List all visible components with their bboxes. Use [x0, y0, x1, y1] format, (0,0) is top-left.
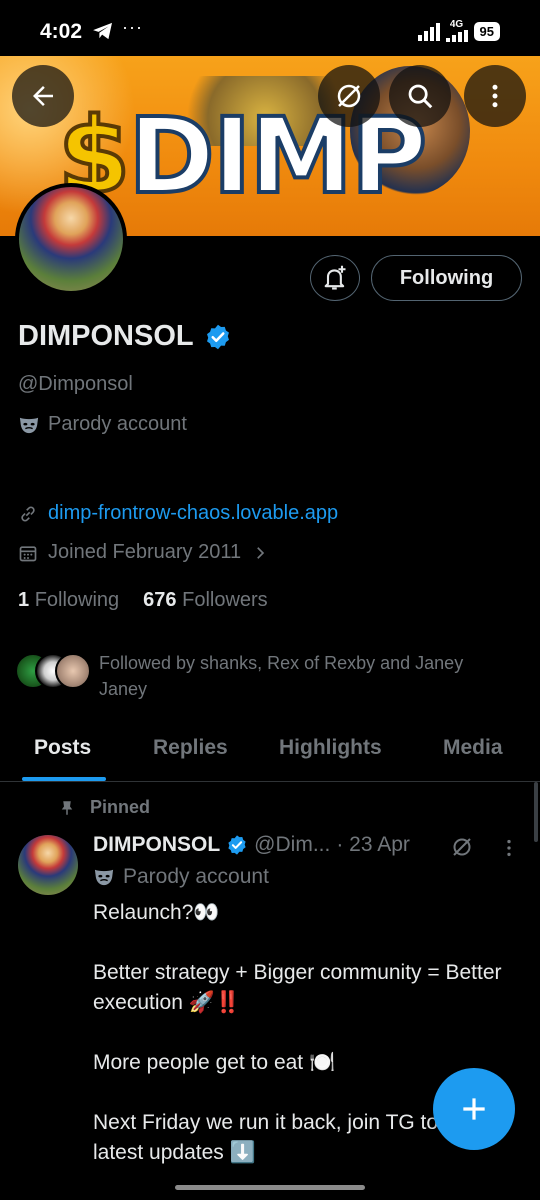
post-header: DIMPONSOL @Dim... · 23 Apr — [93, 833, 410, 857]
battery-indicator: 95 — [473, 21, 500, 41]
network-type: 4G — [449, 19, 464, 30]
profile-tabs: Posts Replies Highlights Media — [0, 718, 540, 782]
joined-date[interactable]: Joined February 2011 — [18, 541, 269, 564]
post-author-name[interactable]: DIMPONSOL — [93, 833, 220, 857]
wifi-signal-icon — [417, 21, 440, 41]
compose-button[interactable] — [433, 1068, 515, 1150]
joined-date-text: Joined February 2011 — [48, 541, 242, 563]
arrow-left-icon — [33, 86, 53, 106]
post-author-handle[interactable]: @Dim... — [254, 833, 330, 857]
pinned-indicator: Pinned — [58, 797, 150, 818]
followed-by[interactable]: Followed by shanks, Rex of Rexby and Jan… — [15, 650, 515, 702]
scrollbar[interactable] — [534, 782, 538, 842]
parody-label-text: Parody account — [48, 413, 187, 435]
cell-signal-icon — [445, 30, 468, 42]
profile-link[interactable]: dimp-frontrow-chaos.lovable.app — [18, 502, 338, 525]
tab-posts[interactable]: Posts — [34, 736, 91, 760]
status-right: 4G 95 — [417, 19, 500, 42]
bell-plus-icon — [324, 265, 346, 290]
following-stat[interactable]: 1 Following — [18, 589, 119, 612]
profile-avatar[interactable] — [15, 183, 127, 295]
search-button[interactable] — [389, 65, 451, 127]
more-options-button[interactable] — [464, 65, 526, 127]
profile-display-name: DIMPONSOL — [18, 320, 232, 353]
follower-avatar — [55, 653, 91, 689]
pin-icon — [61, 800, 73, 815]
verified-badge-icon — [228, 835, 246, 855]
chevron-right-icon — [257, 546, 265, 559]
plus-icon — [463, 1098, 485, 1120]
tab-highlights[interactable]: Highlights — [279, 736, 382, 760]
pinned-label: Pinned — [90, 797, 151, 817]
search-icon — [408, 84, 433, 109]
banner-logo: $DIMP — [56, 95, 429, 217]
calendar-icon — [19, 545, 37, 561]
grok-button[interactable] — [318, 65, 380, 127]
followed-by-avatars — [15, 653, 91, 689]
post-more-icon[interactable] — [498, 837, 520, 859]
followers-stat[interactable]: 676 Followers — [143, 589, 268, 612]
parody-label: Parody account — [18, 413, 187, 436]
telegram-icon — [92, 22, 114, 45]
post-parody-label: Parody account — [93, 865, 269, 889]
verified-badge-icon[interactable] — [204, 323, 232, 351]
post-date[interactable]: · 23 Apr — [336, 833, 410, 857]
mask-icon — [94, 869, 114, 886]
following-button[interactable]: Following — [371, 255, 522, 301]
grok-icon — [337, 84, 361, 108]
followed-by-text: Followed by shanks, Rex of Rexby and Jan… — [99, 653, 464, 699]
post-avatar[interactable] — [18, 835, 78, 895]
link-icon — [21, 505, 35, 522]
follow-stats: 1 Following 676 Followers — [18, 589, 268, 612]
post-parody-text: Parody account — [123, 865, 269, 888]
active-tab-indicator — [22, 777, 106, 781]
tab-media[interactable]: Media — [443, 736, 503, 760]
grok-icon[interactable] — [450, 835, 474, 859]
status-time: 4:02 — [40, 20, 83, 43]
profile-handle: @Dimponsol — [18, 373, 133, 395]
more-vertical-icon — [492, 84, 498, 108]
more-notifications-icon: ··· — [122, 17, 143, 37]
profile-link-text[interactable]: dimp-frontrow-chaos.lovable.app — [48, 502, 338, 525]
mask-icon — [19, 417, 39, 433]
tab-replies[interactable]: Replies — [153, 736, 228, 760]
back-button[interactable] — [12, 65, 74, 127]
status-bar: 4:02 ··· 4G 95 — [0, 0, 540, 56]
home-indicator[interactable] — [175, 1185, 365, 1190]
profile-name-text: DIMPONSOL — [18, 320, 194, 352]
notifications-button[interactable] — [310, 255, 360, 301]
